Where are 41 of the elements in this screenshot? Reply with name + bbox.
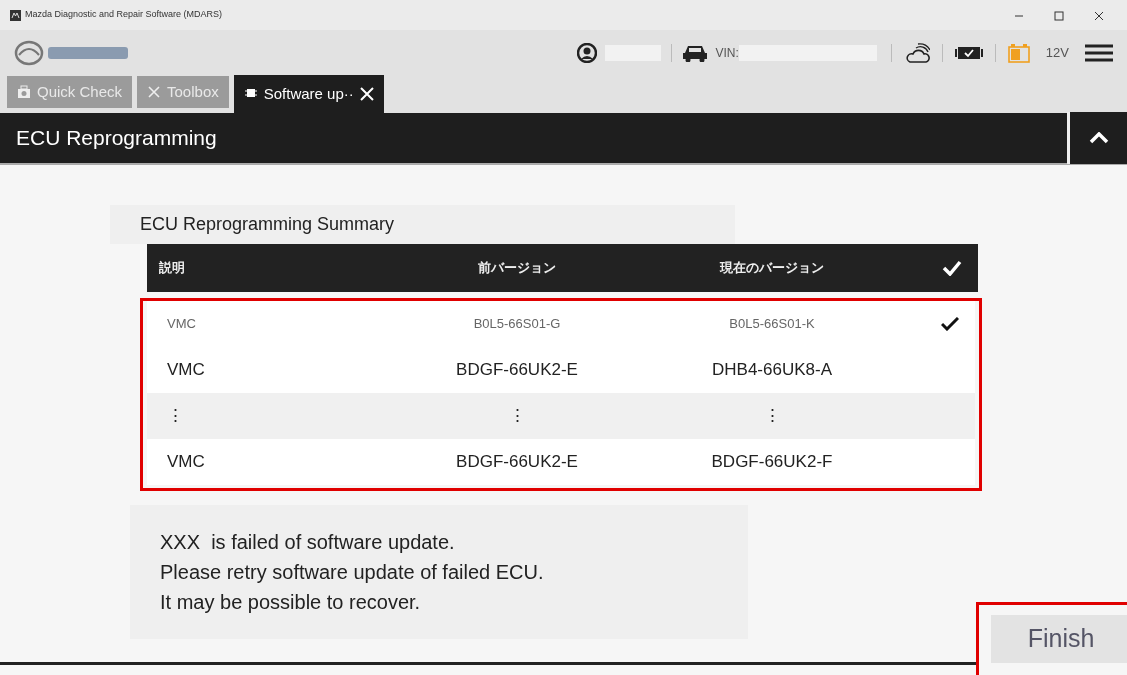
table-cell-text: ⋮ bbox=[762, 405, 782, 428]
message-text: XXX is failed of software update. bbox=[160, 530, 456, 555]
column-header: 前バージョン bbox=[477, 259, 557, 278]
collapse-button[interactable] bbox=[1067, 112, 1127, 164]
column-header: 現在のバージョン bbox=[718, 259, 825, 278]
message-text: It may be possible to recover. bbox=[160, 590, 422, 615]
check-icon bbox=[942, 260, 962, 276]
device-check-icon bbox=[954, 44, 983, 61]
menu-icon bbox=[1085, 42, 1113, 63]
tab[interactable]: Software up·· bbox=[233, 75, 384, 113]
menu-button[interactable] bbox=[1085, 42, 1113, 63]
table-cell-text: VMC bbox=[166, 451, 206, 474]
table-cell-text: B0L5-66S01-G bbox=[472, 315, 562, 334]
table-cell-text: BDGF-66UK2-F bbox=[710, 451, 834, 474]
maximize-icon bbox=[1054, 10, 1064, 21]
column-header: 説明 bbox=[158, 259, 186, 278]
app-icon bbox=[10, 9, 21, 21]
table-cell-text: BDGF-66UK2-E bbox=[455, 359, 579, 382]
table-cell-text: BDGF-66UK2-E bbox=[455, 451, 579, 474]
summary-title: ECU Reprogramming Summary bbox=[110, 205, 735, 244]
table-cell-text: VMC bbox=[166, 315, 197, 334]
finish-button[interactable]: Finish bbox=[991, 615, 1127, 663]
table-cell-text: VMC bbox=[166, 359, 206, 382]
table-cell-text: DHB4-66UK8-A bbox=[711, 359, 833, 382]
user-icon bbox=[576, 42, 597, 63]
car-icon bbox=[681, 43, 708, 62]
battery-icon bbox=[1007, 42, 1030, 63]
table-cell-text: ⋮ bbox=[507, 405, 527, 428]
voltage-label: 12V bbox=[1045, 43, 1069, 62]
close-icon bbox=[1094, 10, 1104, 21]
table-cell-text: B0L5-66S01-K bbox=[728, 315, 816, 334]
section-title: ECU Reprogramming bbox=[15, 125, 218, 152]
close-icon[interactable] bbox=[359, 87, 374, 101]
window-title: Mazda Diagnostic and Repair Software (MDARS) bbox=[25, 8, 223, 22]
tools-icon bbox=[147, 84, 162, 100]
vin-label: VIN: bbox=[715, 44, 739, 62]
message-text: Please retry software update of failed ECU. bbox=[160, 560, 545, 585]
camera-icon bbox=[17, 84, 31, 100]
cloud-signal-icon bbox=[905, 41, 930, 64]
table-cell-text: ⋮ bbox=[166, 405, 185, 428]
chevron-up-icon bbox=[1088, 132, 1109, 144]
